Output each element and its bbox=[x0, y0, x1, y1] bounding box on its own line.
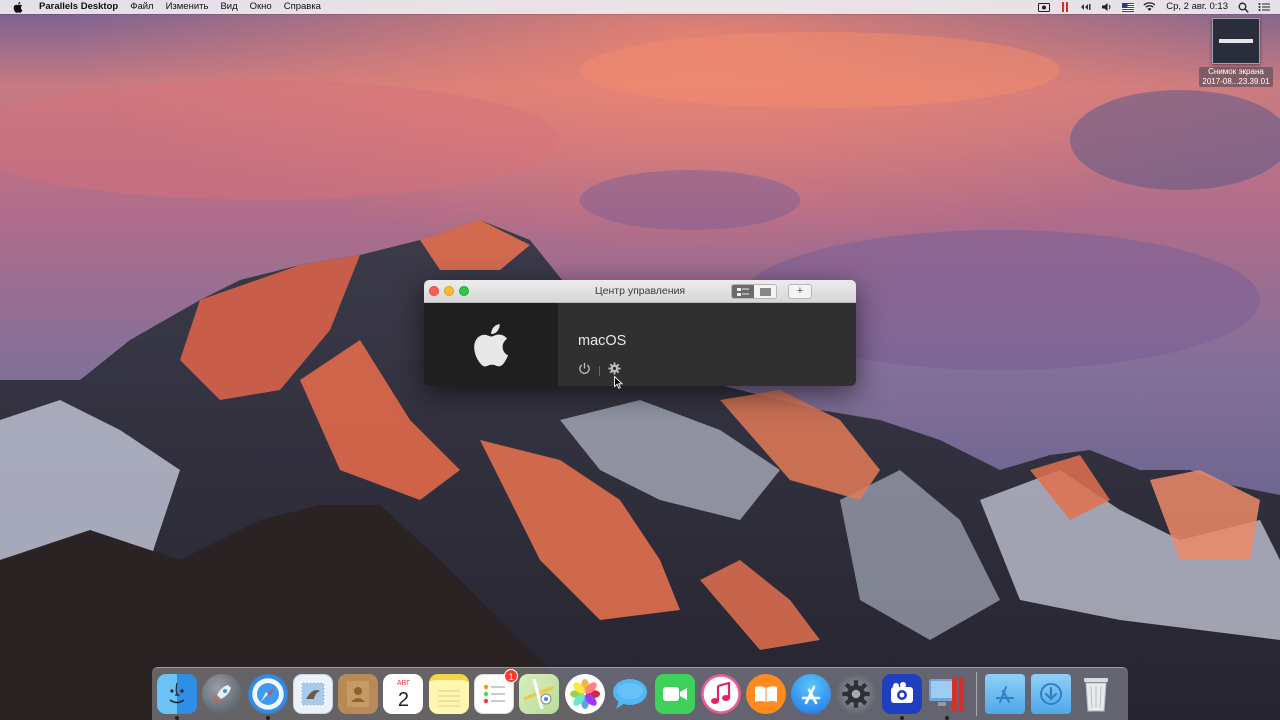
sound-icon[interactable] bbox=[1101, 2, 1113, 12]
desktop-screenshot-file[interactable]: Снимок экрана 2017-08...23.39.01 bbox=[1196, 18, 1276, 89]
vm-name: macOS bbox=[578, 333, 627, 349]
menu-window[interactable]: Окно bbox=[244, 0, 278, 14]
mouse-cursor-icon bbox=[614, 375, 624, 394]
dock-calendar[interactable]: АВГ 2 bbox=[383, 674, 424, 714]
vm-thumbnail[interactable] bbox=[424, 303, 558, 386]
grid-view-button[interactable] bbox=[754, 285, 776, 298]
menu-view[interactable]: Вид bbox=[214, 0, 243, 14]
parallels-icon[interactable] bbox=[1059, 2, 1071, 12]
dock-maps[interactable] bbox=[519, 674, 560, 714]
search-icon[interactable] bbox=[1237, 2, 1249, 13]
system-preferences-gear-icon bbox=[836, 674, 877, 714]
controls-divider bbox=[599, 366, 600, 376]
dock-notes[interactable] bbox=[428, 674, 469, 714]
dock-ibooks[interactable] bbox=[745, 674, 786, 714]
flag-icon[interactable] bbox=[1122, 2, 1135, 12]
desktop-file-name: Снимок экрана bbox=[1208, 67, 1264, 76]
menu-clock[interactable]: Ср, 2 авг. 0:13 bbox=[1166, 0, 1228, 14]
dock-finder[interactable] bbox=[157, 674, 197, 720]
notification-center-icon[interactable] bbox=[1258, 2, 1270, 12]
trash-can-icon bbox=[1076, 674, 1116, 714]
dock-downloads-folder[interactable] bbox=[1030, 674, 1071, 714]
dock-photo-booth[interactable] bbox=[881, 674, 922, 720]
itunes-note-icon bbox=[700, 674, 741, 714]
dock-trash[interactable] bbox=[1076, 674, 1116, 714]
safari-compass-icon bbox=[247, 674, 288, 714]
downloads-folder-icon bbox=[1030, 674, 1071, 714]
dock-facetime[interactable] bbox=[655, 674, 696, 714]
apple-logo-icon bbox=[474, 323, 509, 366]
dock-messages[interactable] bbox=[610, 674, 650, 714]
battery-icon[interactable] bbox=[1080, 2, 1092, 12]
dock-app-store[interactable] bbox=[791, 674, 832, 714]
menu-app-name[interactable]: Parallels Desktop bbox=[33, 0, 124, 14]
dock-mail[interactable] bbox=[292, 674, 333, 714]
apple-menu-icon[interactable] bbox=[11, 0, 25, 14]
reminders-badge: 1 bbox=[504, 669, 519, 683]
calendar-icon: АВГ 2 bbox=[383, 674, 424, 714]
view-mode-toggle bbox=[731, 284, 777, 299]
parallels-desktop-icon bbox=[927, 674, 967, 714]
wifi-icon[interactable] bbox=[1143, 2, 1156, 12]
menu-file[interactable]: Файл bbox=[124, 0, 159, 14]
running-indicator bbox=[945, 716, 950, 720]
photo-booth-icon bbox=[881, 674, 922, 714]
contacts-book-icon bbox=[338, 674, 379, 714]
menu-edit[interactable]: Изменить bbox=[160, 0, 215, 14]
dock-photos[interactable] bbox=[564, 674, 605, 714]
running-indicator bbox=[265, 716, 270, 720]
facetime-camera-icon bbox=[655, 674, 696, 714]
running-indicator bbox=[175, 716, 179, 720]
running-indicator bbox=[899, 716, 904, 720]
ibooks-book-icon bbox=[745, 674, 786, 714]
desktop-file-date: 2017-08...23.39.01 bbox=[1202, 77, 1270, 86]
messages-bubble-icon bbox=[610, 674, 650, 714]
calendar-day: 2 bbox=[397, 689, 410, 711]
dock: АВГ 2 1 bbox=[152, 667, 1128, 720]
dock-launchpad[interactable] bbox=[202, 674, 243, 714]
launchpad-rocket-icon bbox=[202, 674, 243, 714]
dock-contacts[interactable] bbox=[338, 674, 379, 714]
control-center-window: Центр управления + macOS bbox=[424, 280, 856, 386]
screenshot-thumbnail bbox=[1212, 18, 1260, 64]
finder-icon bbox=[157, 674, 197, 714]
add-vm-button[interactable]: + bbox=[788, 284, 812, 299]
maps-icon bbox=[519, 674, 560, 714]
notes-icon bbox=[428, 674, 469, 714]
calendar-month: АВГ bbox=[396, 680, 411, 687]
minimize-button[interactable] bbox=[444, 286, 454, 296]
list-view-button[interactable] bbox=[732, 285, 754, 298]
list-view-icon bbox=[737, 287, 749, 296]
photos-flower-icon bbox=[564, 674, 605, 714]
dock-safari[interactable] bbox=[247, 674, 288, 720]
screen-record-icon[interactable] bbox=[1038, 2, 1051, 12]
vm-list-item[interactable]: macOS bbox=[424, 303, 856, 386]
desktop-file-label: Снимок экрана 2017-08...23.39.01 bbox=[1199, 67, 1273, 87]
app-store-icon bbox=[791, 674, 832, 714]
dock-itunes[interactable] bbox=[700, 674, 741, 714]
close-button[interactable] bbox=[429, 286, 439, 296]
applications-folder-icon bbox=[985, 674, 1026, 714]
dock-system-preferences[interactable] bbox=[836, 674, 877, 714]
menu-bar: Parallels Desktop Файл Изменить Вид Окно… bbox=[0, 0, 1280, 14]
dock-separator bbox=[976, 672, 978, 716]
dock-parallels-desktop[interactable] bbox=[927, 674, 967, 720]
vm-info-panel: macOS bbox=[558, 303, 856, 386]
power-icon[interactable] bbox=[578, 362, 591, 380]
mail-stamp-icon bbox=[292, 674, 333, 714]
dock-applications-folder[interactable] bbox=[985, 674, 1026, 714]
zoom-button[interactable] bbox=[459, 286, 469, 296]
grid-view-icon bbox=[759, 287, 771, 296]
window-titlebar[interactable]: Центр управления + bbox=[424, 280, 856, 303]
dock-reminders[interactable]: 1 bbox=[474, 669, 519, 714]
menu-help[interactable]: Справка bbox=[278, 0, 327, 14]
